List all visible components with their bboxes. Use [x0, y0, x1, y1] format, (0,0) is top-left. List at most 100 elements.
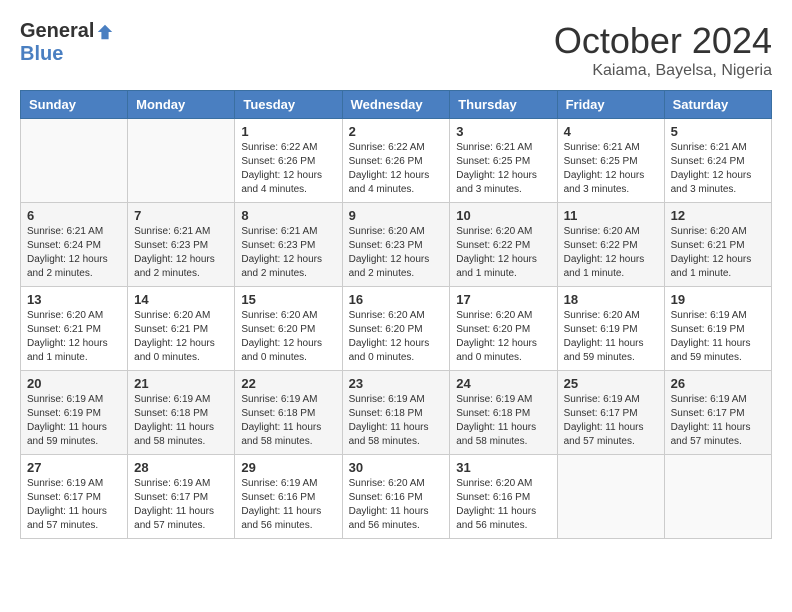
calendar-cell: 20Sunrise: 6:19 AM Sunset: 6:19 PM Dayli…: [21, 371, 128, 455]
page-header: General Blue October 2024 Kaiama, Bayels…: [20, 20, 772, 80]
day-number: 31: [456, 460, 550, 475]
day-number: 15: [241, 292, 335, 307]
day-number: 27: [27, 460, 121, 475]
calendar-cell: 25 Sunrise: 6:19 AM Sunset: 6:17 PM Dayli…: [557, 371, 664, 455]
day-number: 26: [671, 376, 765, 391]
calendar-week-3: 13 Sunrise: 6:20 AM Sunset: 6:21 PM Dayli…: [21, 287, 772, 371]
day-number: 30: [349, 460, 444, 475]
header-day-thursday: Thursday: [450, 91, 557, 119]
day-number: 24: [456, 376, 550, 391]
day-number: 23: [349, 376, 444, 391]
calendar-cell: 12 Sunrise: 6:20 AM Sunset: 6:21 PM Dayli…: [664, 203, 771, 287]
calendar-cell: 8 Sunrise: 6:21 AM Sunset: 6:23 PM Daylig…: [235, 203, 342, 287]
title-section: October 2024 Kaiama, Bayelsa, Nigeria: [554, 20, 772, 80]
day-number: 28: [134, 460, 228, 475]
day-number: 12: [671, 208, 765, 223]
calendar-cell: 6 Sunrise: 6:21 AM Sunset: 6:24 PM Daylig…: [21, 203, 128, 287]
day-number: 25: [564, 376, 658, 391]
location: Kaiama, Bayelsa, Nigeria: [554, 62, 772, 80]
day-info: Sunrise: 6:20 AM Sunset: 6:19 PM Dayligh…: [564, 309, 658, 365]
day-info: Sunrise: 6:20 AM Sunset: 6:20 PM Dayligh…: [241, 309, 335, 365]
day-info: Sunrise: 6:20 AM Sunset: 6:22 PM Dayligh…: [564, 225, 658, 281]
calendar-cell: 28 Sunrise: 6:19 AM Sunset: 6:17 PM Dayli…: [128, 455, 235, 539]
day-info: Sunrise: 6:19 AM Sunset: 6:18 PM Dayligh…: [241, 393, 335, 449]
day-number: 7: [134, 208, 228, 223]
day-number: 11: [564, 208, 658, 223]
day-info: Sunrise: 6:20 AM Sunset: 6:21 PM Dayligh…: [134, 309, 228, 365]
day-number: 18: [564, 292, 658, 307]
calendar-cell: 24 Sunrise: 6:19 AM Sunset: 6:18 PM Dayli…: [450, 371, 557, 455]
day-info: Sunrise: 6:19 AM Sunset: 6:18 PM Dayligh…: [456, 393, 550, 449]
day-number: 17: [456, 292, 550, 307]
calendar-week-4: 20Sunrise: 6:19 AM Sunset: 6:19 PM Dayli…: [21, 371, 772, 455]
header-day-monday: Monday: [128, 91, 235, 119]
day-info: Sunrise: 6:19 AM Sunset: 6:16 PM Dayligh…: [241, 477, 335, 533]
calendar-cell: 2Sunrise: 6:22 AM Sunset: 6:26 PM Daylig…: [342, 119, 450, 203]
calendar-cell: 29Sunrise: 6:19 AM Sunset: 6:16 PM Dayli…: [235, 455, 342, 539]
calendar-cell: 14 Sunrise: 6:20 AM Sunset: 6:21 PM Dayli…: [128, 287, 235, 371]
logo-blue-text: Blue: [20, 43, 63, 65]
calendar-cell: 1Sunrise: 6:22 AM Sunset: 6:26 PM Daylig…: [235, 119, 342, 203]
calendar-cell: 3 Sunrise: 6:21 AM Sunset: 6:25 PM Daylig…: [450, 119, 557, 203]
day-number: 2: [349, 124, 444, 139]
day-info: Sunrise: 6:19 AM Sunset: 6:18 PM Dayligh…: [349, 393, 444, 449]
day-number: 19: [671, 292, 765, 307]
calendar-cell: 7 Sunrise: 6:21 AM Sunset: 6:23 PM Daylig…: [128, 203, 235, 287]
calendar-cell: 19 Sunrise: 6:19 AM Sunset: 6:19 PM Dayli…: [664, 287, 771, 371]
day-info: Sunrise: 6:21 AM Sunset: 6:24 PM Dayligh…: [27, 225, 121, 281]
calendar-week-1: 1Sunrise: 6:22 AM Sunset: 6:26 PM Daylig…: [21, 119, 772, 203]
calendar-cell: [21, 119, 128, 203]
calendar-cell: 21 Sunrise: 6:19 AM Sunset: 6:18 PM Dayli…: [128, 371, 235, 455]
logo: General Blue: [20, 20, 114, 66]
calendar-table: SundayMondayTuesdayWednesdayThursdayFrid…: [20, 90, 772, 539]
calendar-cell: [664, 455, 771, 539]
day-number: 21: [134, 376, 228, 391]
day-info: Sunrise: 6:20 AM Sunset: 6:20 PM Dayligh…: [349, 309, 444, 365]
day-info: Sunrise: 6:21 AM Sunset: 6:24 PM Dayligh…: [671, 141, 765, 197]
calendar-cell: 10Sunrise: 6:20 AM Sunset: 6:22 PM Dayli…: [450, 203, 557, 287]
day-info: Sunrise: 6:20 AM Sunset: 6:16 PM Dayligh…: [349, 477, 444, 533]
day-info: Sunrise: 6:19 AM Sunset: 6:17 PM Dayligh…: [671, 393, 765, 449]
day-info: Sunrise: 6:19 AM Sunset: 6:17 PM Dayligh…: [564, 393, 658, 449]
day-info: Sunrise: 6:20 AM Sunset: 6:22 PM Dayligh…: [456, 225, 550, 281]
day-number: 9: [349, 208, 444, 223]
day-info: Sunrise: 6:19 AM Sunset: 6:18 PM Dayligh…: [134, 393, 228, 449]
day-info: Sunrise: 6:19 AM Sunset: 6:17 PM Dayligh…: [134, 477, 228, 533]
day-number: 22: [241, 376, 335, 391]
day-number: 4: [564, 124, 658, 139]
calendar-cell: 4Sunrise: 6:21 AM Sunset: 6:25 PM Daylig…: [557, 119, 664, 203]
day-info: Sunrise: 6:19 AM Sunset: 6:17 PM Dayligh…: [27, 477, 121, 533]
day-number: 20: [27, 376, 121, 391]
header-row: SundayMondayTuesdayWednesdayThursdayFrid…: [21, 91, 772, 119]
day-info: Sunrise: 6:21 AM Sunset: 6:23 PM Dayligh…: [134, 225, 228, 281]
calendar-week-2: 6 Sunrise: 6:21 AM Sunset: 6:24 PM Daylig…: [21, 203, 772, 287]
calendar-header: SundayMondayTuesdayWednesdayThursdayFrid…: [21, 91, 772, 119]
day-number: 13: [27, 292, 121, 307]
day-info: Sunrise: 6:22 AM Sunset: 6:26 PM Dayligh…: [241, 141, 335, 197]
day-number: 14: [134, 292, 228, 307]
day-info: Sunrise: 6:21 AM Sunset: 6:23 PM Dayligh…: [241, 225, 335, 281]
day-info: Sunrise: 6:21 AM Sunset: 6:25 PM Dayligh…: [456, 141, 550, 197]
header-day-saturday: Saturday: [664, 91, 771, 119]
day-info: Sunrise: 6:20 AM Sunset: 6:21 PM Dayligh…: [671, 225, 765, 281]
calendar-cell: 17Sunrise: 6:20 AM Sunset: 6:20 PM Dayli…: [450, 287, 557, 371]
day-info: Sunrise: 6:20 AM Sunset: 6:16 PM Dayligh…: [456, 477, 550, 533]
calendar-cell: 27 Sunrise: 6:19 AM Sunset: 6:17 PM Dayli…: [21, 455, 128, 539]
day-info: Sunrise: 6:19 AM Sunset: 6:19 PM Dayligh…: [671, 309, 765, 365]
day-number: 8: [241, 208, 335, 223]
day-number: 6: [27, 208, 121, 223]
calendar-cell: 15 Sunrise: 6:20 AM Sunset: 6:20 PM Dayli…: [235, 287, 342, 371]
day-info: Sunrise: 6:20 AM Sunset: 6:21 PM Dayligh…: [27, 309, 121, 365]
day-number: 3: [456, 124, 550, 139]
calendar-cell: [557, 455, 664, 539]
calendar-cell: 26 Sunrise: 6:19 AM Sunset: 6:17 PM Dayli…: [664, 371, 771, 455]
calendar-cell: 5Sunrise: 6:21 AM Sunset: 6:24 PM Daylig…: [664, 119, 771, 203]
day-info: Sunrise: 6:20 AM Sunset: 6:23 PM Dayligh…: [349, 225, 444, 281]
header-day-friday: Friday: [557, 91, 664, 119]
calendar-week-5: 27 Sunrise: 6:19 AM Sunset: 6:17 PM Dayli…: [21, 455, 772, 539]
day-number: 16: [349, 292, 444, 307]
calendar-cell: [128, 119, 235, 203]
calendar-cell: 30 Sunrise: 6:20 AM Sunset: 6:16 PM Dayli…: [342, 455, 450, 539]
calendar-cell: 22 Sunrise: 6:19 AM Sunset: 6:18 PM Dayli…: [235, 371, 342, 455]
calendar-cell: 18 Sunrise: 6:20 AM Sunset: 6:19 PM Dayli…: [557, 287, 664, 371]
